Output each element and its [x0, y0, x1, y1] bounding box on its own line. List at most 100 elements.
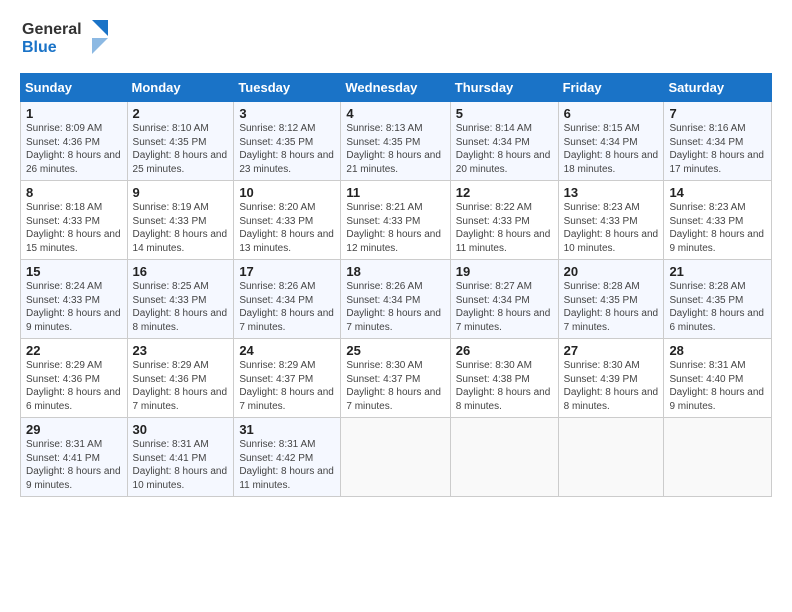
- day-info: Sunrise: 8:10 AMSunset: 4:35 PMDaylight:…: [133, 123, 228, 175]
- day-number: 26: [456, 343, 553, 358]
- calendar-body: 1 Sunrise: 8:09 AMSunset: 4:36 PMDaylight…: [21, 102, 772, 497]
- header: General Blue: [20, 16, 772, 63]
- week-row-1: 1 Sunrise: 8:09 AMSunset: 4:36 PMDaylight…: [21, 102, 772, 181]
- day-number: 1: [26, 106, 122, 121]
- day-cell-10: 10Sunrise: 8:20 AMSunset: 4:33 PMDayligh…: [234, 181, 341, 260]
- day-cell-15: 15Sunrise: 8:24 AMSunset: 4:33 PMDayligh…: [21, 260, 128, 339]
- day-info: Sunrise: 8:13 AMSunset: 4:35 PMDaylight:…: [346, 123, 441, 175]
- empty-cell: [450, 418, 558, 497]
- day-number: 12: [456, 185, 553, 200]
- empty-cell: [558, 418, 664, 497]
- day-info: Sunrise: 8:18 AMSunset: 4:33 PMDaylight:…: [26, 202, 121, 254]
- day-cell-31: 31 Sunrise: 8:31 AMSunset: 4:42 PMDayligh…: [234, 418, 341, 497]
- day-number: 24: [239, 343, 335, 358]
- day-info: Sunrise: 8:14 AMSunset: 4:34 PMDaylight:…: [456, 123, 551, 175]
- header-cell-wednesday: Wednesday: [341, 74, 450, 102]
- day-number: 30: [133, 422, 229, 437]
- day-number: 20: [564, 264, 659, 279]
- day-info: Sunrise: 8:31 AMSunset: 4:41 PMDaylight:…: [133, 439, 228, 491]
- day-number: 29: [26, 422, 122, 437]
- day-number: 23: [133, 343, 229, 358]
- day-number: 27: [564, 343, 659, 358]
- day-cell-14: 14Sunrise: 8:23 AMSunset: 4:33 PMDayligh…: [664, 181, 772, 260]
- day-number: 7: [669, 106, 766, 121]
- svg-text:Blue: Blue: [22, 39, 57, 56]
- header-cell-tuesday: Tuesday: [234, 74, 341, 102]
- day-cell-24: 24Sunrise: 8:29 AMSunset: 4:37 PMDayligh…: [234, 339, 341, 418]
- day-number: 2: [133, 106, 229, 121]
- day-number: 8: [26, 185, 122, 200]
- day-cell-1: 1 Sunrise: 8:09 AMSunset: 4:36 PMDaylight…: [21, 102, 128, 181]
- day-number: 19: [456, 264, 553, 279]
- day-info: Sunrise: 8:19 AMSunset: 4:33 PMDaylight:…: [133, 202, 228, 254]
- day-cell-3: 3 Sunrise: 8:12 AMSunset: 4:35 PMDaylight…: [234, 102, 341, 181]
- empty-cell: [664, 418, 772, 497]
- day-info: Sunrise: 8:31 AMSunset: 4:42 PMDaylight:…: [239, 439, 334, 491]
- week-row-5: 29 Sunrise: 8:31 AMSunset: 4:41 PMDayligh…: [21, 418, 772, 497]
- header-cell-friday: Friday: [558, 74, 664, 102]
- day-number: 4: [346, 106, 444, 121]
- day-info: Sunrise: 8:15 AMSunset: 4:34 PMDaylight:…: [564, 123, 659, 175]
- day-cell-28: 28 Sunrise: 8:31 AMSunset: 4:40 PMDayligh…: [664, 339, 772, 418]
- day-number: 17: [239, 264, 335, 279]
- day-cell-20: 20 Sunrise: 8:28 AMSunset: 4:35 PMDayligh…: [558, 260, 664, 339]
- day-cell-4: 4 Sunrise: 8:13 AMSunset: 4:35 PMDaylight…: [341, 102, 450, 181]
- day-cell-26: 26Sunrise: 8:30 AMSunset: 4:38 PMDayligh…: [450, 339, 558, 418]
- day-number: 3: [239, 106, 335, 121]
- day-cell-19: 19 Sunrise: 8:27 AMSunset: 4:34 PMDayligh…: [450, 260, 558, 339]
- day-info: Sunrise: 8:28 AMSunset: 4:35 PMDaylight:…: [669, 281, 764, 333]
- day-number: 25: [346, 343, 444, 358]
- header-cell-monday: Monday: [127, 74, 234, 102]
- day-cell-22: 22 Sunrise: 8:29 AMSunset: 4:36 PMDayligh…: [21, 339, 128, 418]
- day-info: Sunrise: 8:31 AMSunset: 4:40 PMDaylight:…: [669, 360, 764, 412]
- day-cell-2: 2 Sunrise: 8:10 AMSunset: 4:35 PMDaylight…: [127, 102, 234, 181]
- day-number: 10: [239, 185, 335, 200]
- day-number: 11: [346, 185, 444, 200]
- day-info: Sunrise: 8:29 AMSunset: 4:36 PMDaylight:…: [26, 360, 121, 412]
- day-cell-17: 17 Sunrise: 8:26 AMSunset: 4:34 PMDayligh…: [234, 260, 341, 339]
- week-row-4: 22 Sunrise: 8:29 AMSunset: 4:36 PMDayligh…: [21, 339, 772, 418]
- day-info: Sunrise: 8:26 AMSunset: 4:34 PMDaylight:…: [239, 281, 334, 333]
- svg-text:General: General: [22, 21, 82, 38]
- logo: General Blue: [20, 16, 110, 63]
- day-cell-21: 21 Sunrise: 8:28 AMSunset: 4:35 PMDayligh…: [664, 260, 772, 339]
- day-info: Sunrise: 8:30 AMSunset: 4:37 PMDaylight:…: [346, 360, 441, 412]
- day-info: Sunrise: 8:12 AMSunset: 4:35 PMDaylight:…: [239, 123, 334, 175]
- day-cell-5: 5 Sunrise: 8:14 AMSunset: 4:34 PMDaylight…: [450, 102, 558, 181]
- day-number: 31: [239, 422, 335, 437]
- day-info: Sunrise: 8:25 AMSunset: 4:33 PMDaylight:…: [133, 281, 228, 333]
- day-number: 21: [669, 264, 766, 279]
- header-cell-sunday: Sunday: [21, 74, 128, 102]
- day-cell-11: 11 Sunrise: 8:21 AMSunset: 4:33 PMDayligh…: [341, 181, 450, 260]
- day-cell-30: 30 Sunrise: 8:31 AMSunset: 4:41 PMDayligh…: [127, 418, 234, 497]
- day-cell-29: 29Sunrise: 8:31 AMSunset: 4:41 PMDayligh…: [21, 418, 128, 497]
- day-info: Sunrise: 8:30 AMSunset: 4:39 PMDaylight:…: [564, 360, 659, 412]
- day-info: Sunrise: 8:24 AMSunset: 4:33 PMDaylight:…: [26, 281, 121, 333]
- calendar-table: SundayMondayTuesdayWednesdayThursdayFrid…: [20, 73, 772, 497]
- day-info: Sunrise: 8:28 AMSunset: 4:35 PMDaylight:…: [564, 281, 659, 333]
- day-info: Sunrise: 8:29 AMSunset: 4:36 PMDaylight:…: [133, 360, 228, 412]
- day-number: 16: [133, 264, 229, 279]
- day-info: Sunrise: 8:27 AMSunset: 4:34 PMDaylight:…: [456, 281, 551, 333]
- calendar-header: SundayMondayTuesdayWednesdayThursdayFrid…: [21, 74, 772, 102]
- page: General Blue SundayMondayTuesdayWednesda…: [0, 0, 792, 507]
- day-cell-25: 25 Sunrise: 8:30 AMSunset: 4:37 PMDayligh…: [341, 339, 450, 418]
- day-number: 28: [669, 343, 766, 358]
- header-cell-thursday: Thursday: [450, 74, 558, 102]
- day-number: 5: [456, 106, 553, 121]
- day-info: Sunrise: 8:16 AMSunset: 4:34 PMDaylight:…: [669, 123, 764, 175]
- day-cell-27: 27 Sunrise: 8:30 AMSunset: 4:39 PMDayligh…: [558, 339, 664, 418]
- day-cell-6: 6Sunrise: 8:15 AMSunset: 4:34 PMDaylight…: [558, 102, 664, 181]
- logo-svg: General Blue: [20, 16, 110, 58]
- day-cell-13: 13Sunrise: 8:23 AMSunset: 4:33 PMDayligh…: [558, 181, 664, 260]
- day-number: 22: [26, 343, 122, 358]
- day-info: Sunrise: 8:23 AMSunset: 4:33 PMDaylight:…: [564, 202, 659, 254]
- week-row-2: 8 Sunrise: 8:18 AMSunset: 4:33 PMDaylight…: [21, 181, 772, 260]
- day-info: Sunrise: 8:09 AMSunset: 4:36 PMDaylight:…: [26, 123, 121, 175]
- day-info: Sunrise: 8:21 AMSunset: 4:33 PMDaylight:…: [346, 202, 441, 254]
- day-cell-23: 23 Sunrise: 8:29 AMSunset: 4:36 PMDayligh…: [127, 339, 234, 418]
- empty-cell: [341, 418, 450, 497]
- day-number: 14: [669, 185, 766, 200]
- header-row: SundayMondayTuesdayWednesdayThursdayFrid…: [21, 74, 772, 102]
- week-row-3: 15Sunrise: 8:24 AMSunset: 4:33 PMDayligh…: [21, 260, 772, 339]
